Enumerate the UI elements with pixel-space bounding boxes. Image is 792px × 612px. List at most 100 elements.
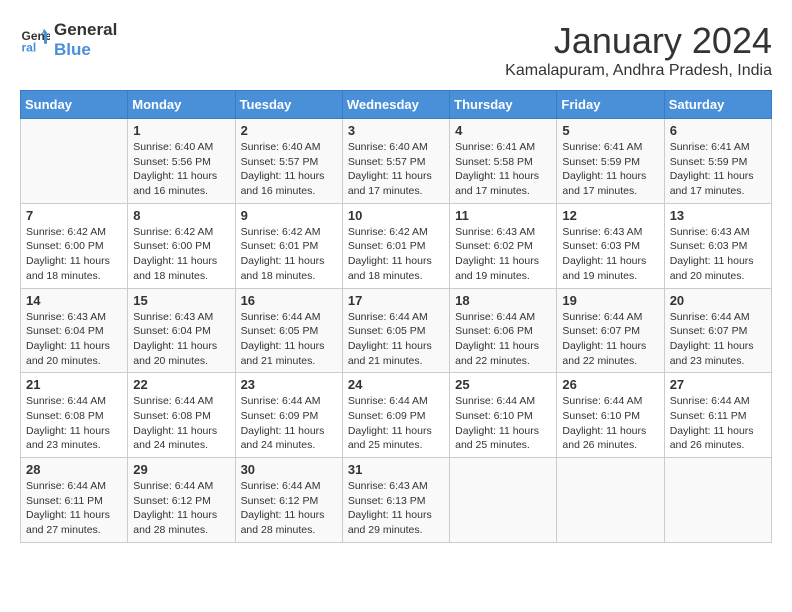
day-number: 23: [241, 377, 337, 392]
day-info: Sunrise: 6:43 AMSunset: 6:03 PMDaylight:…: [670, 225, 766, 284]
day-info: Sunrise: 6:44 AMSunset: 6:05 PMDaylight:…: [348, 310, 444, 369]
day-header-friday: Friday: [557, 91, 664, 119]
day-number: 18: [455, 293, 551, 308]
day-info: Sunrise: 6:41 AMSunset: 5:59 PMDaylight:…: [562, 140, 658, 199]
day-info: Sunrise: 6:44 AMSunset: 6:10 PMDaylight:…: [562, 394, 658, 453]
day-number: 9: [241, 208, 337, 223]
day-header-tuesday: Tuesday: [235, 91, 342, 119]
day-header-wednesday: Wednesday: [342, 91, 449, 119]
day-info: Sunrise: 6:44 AMSunset: 6:06 PMDaylight:…: [455, 310, 551, 369]
day-info: Sunrise: 6:42 AMSunset: 6:01 PMDaylight:…: [241, 225, 337, 284]
day-number: 26: [562, 377, 658, 392]
calendar-cell: 22 Sunrise: 6:44 AMSunset: 6:08 PMDayligh…: [128, 373, 235, 458]
calendar-cell: [21, 119, 128, 204]
day-info: Sunrise: 6:41 AMSunset: 5:58 PMDaylight:…: [455, 140, 551, 199]
calendar-cell: 21 Sunrise: 6:44 AMSunset: 6:08 PMDayligh…: [21, 373, 128, 458]
day-info: Sunrise: 6:41 AMSunset: 5:59 PMDaylight:…: [670, 140, 766, 199]
day-number: 7: [26, 208, 122, 223]
day-number: 8: [133, 208, 229, 223]
calendar-cell: 3Sunrise: 6:40 AMSunset: 5:57 PMDaylight…: [342, 119, 449, 204]
day-header-sunday: Sunday: [21, 91, 128, 119]
day-info: Sunrise: 6:44 AMSunset: 6:11 PMDaylight:…: [26, 479, 122, 538]
calendar-cell: 19 Sunrise: 6:44 AMSunset: 6:07 PMDayligh…: [557, 288, 664, 373]
day-number: 2: [241, 123, 337, 138]
day-number: 28: [26, 462, 122, 477]
calendar-cell: 18 Sunrise: 6:44 AMSunset: 6:06 PMDayligh…: [450, 288, 557, 373]
day-number: 17: [348, 293, 444, 308]
day-info: Sunrise: 6:43 AMSunset: 6:04 PMDaylight:…: [133, 310, 229, 369]
calendar-cell: 12 Sunrise: 6:43 AMSunset: 6:03 PMDayligh…: [557, 203, 664, 288]
month-title: January 2024: [505, 20, 772, 62]
day-number: 21: [26, 377, 122, 392]
day-number: 10: [348, 208, 444, 223]
calendar-cell: 20Sunrise: 6:44 AMSunset: 6:07 PMDayligh…: [664, 288, 771, 373]
day-number: 25: [455, 377, 551, 392]
calendar-cell: 28 Sunrise: 6:44 AMSunset: 6:11 PMDayligh…: [21, 458, 128, 543]
calendar-week-row: 14Sunrise: 6:43 AMSunset: 6:04 PMDayligh…: [21, 288, 772, 373]
day-number: 20: [670, 293, 766, 308]
calendar-week-row: 1Sunrise: 6:40 AMSunset: 5:56 PMDaylight…: [21, 119, 772, 204]
calendar-header-row: SundayMondayTuesdayWednesdayThursdayFrid…: [21, 91, 772, 119]
day-info: Sunrise: 6:40 AMSunset: 5:56 PMDaylight:…: [133, 140, 229, 199]
day-number: 5: [562, 123, 658, 138]
calendar-cell: [664, 458, 771, 543]
day-number: 12: [562, 208, 658, 223]
svg-text:ral: ral: [22, 41, 37, 55]
day-info: Sunrise: 6:44 AMSunset: 6:12 PMDaylight:…: [241, 479, 337, 538]
calendar-cell: 5 Sunrise: 6:41 AMSunset: 5:59 PMDaylight…: [557, 119, 664, 204]
logo: Gene ral General Blue: [20, 20, 117, 61]
calendar-cell: 15 Sunrise: 6:43 AMSunset: 6:04 PMDayligh…: [128, 288, 235, 373]
calendar-cell: 26 Sunrise: 6:44 AMSunset: 6:10 PMDayligh…: [557, 373, 664, 458]
calendar-cell: 27Sunrise: 6:44 AMSunset: 6:11 PMDayligh…: [664, 373, 771, 458]
calendar-week-row: 21 Sunrise: 6:44 AMSunset: 6:08 PMDayligh…: [21, 373, 772, 458]
day-header-monday: Monday: [128, 91, 235, 119]
day-info: Sunrise: 6:44 AMSunset: 6:07 PMDaylight:…: [562, 310, 658, 369]
day-number: 24: [348, 377, 444, 392]
day-info: Sunrise: 6:44 AMSunset: 6:10 PMDaylight:…: [455, 394, 551, 453]
day-info: Sunrise: 6:44 AMSunset: 6:08 PMDaylight:…: [26, 394, 122, 453]
calendar-cell: 7 Sunrise: 6:42 AMSunset: 6:00 PMDaylight…: [21, 203, 128, 288]
calendar-cell: 13Sunrise: 6:43 AMSunset: 6:03 PMDayligh…: [664, 203, 771, 288]
calendar-cell: 30 Sunrise: 6:44 AMSunset: 6:12 PMDayligh…: [235, 458, 342, 543]
day-info: Sunrise: 6:43 AMSunset: 6:03 PMDaylight:…: [562, 225, 658, 284]
logo-text-line2: Blue: [54, 40, 117, 60]
day-number: 15: [133, 293, 229, 308]
calendar-cell: [450, 458, 557, 543]
calendar-cell: [557, 458, 664, 543]
calendar-cell: 6Sunrise: 6:41 AMSunset: 5:59 PMDaylight…: [664, 119, 771, 204]
day-info: Sunrise: 6:44 AMSunset: 6:12 PMDaylight:…: [133, 479, 229, 538]
day-header-thursday: Thursday: [450, 91, 557, 119]
calendar-cell: 10Sunrise: 6:42 AMSunset: 6:01 PMDayligh…: [342, 203, 449, 288]
calendar-week-row: 7 Sunrise: 6:42 AMSunset: 6:00 PMDaylight…: [21, 203, 772, 288]
calendar-cell: 29 Sunrise: 6:44 AMSunset: 6:12 PMDayligh…: [128, 458, 235, 543]
day-number: 16: [241, 293, 337, 308]
day-number: 19: [562, 293, 658, 308]
day-header-saturday: Saturday: [664, 91, 771, 119]
day-info: Sunrise: 6:44 AMSunset: 6:05 PMDaylight:…: [241, 310, 337, 369]
calendar-cell: 24 Sunrise: 6:44 AMSunset: 6:09 PMDayligh…: [342, 373, 449, 458]
day-number: 3: [348, 123, 444, 138]
day-info: Sunrise: 6:42 AMSunset: 6:00 PMDaylight:…: [26, 225, 122, 284]
day-info: Sunrise: 6:44 AMSunset: 6:08 PMDaylight:…: [133, 394, 229, 453]
calendar-cell: 14Sunrise: 6:43 AMSunset: 6:04 PMDayligh…: [21, 288, 128, 373]
day-info: Sunrise: 6:42 AMSunset: 6:00 PMDaylight:…: [133, 225, 229, 284]
logo-text-line1: General: [54, 20, 117, 40]
calendar-cell: 2 Sunrise: 6:40 AMSunset: 5:57 PMDaylight…: [235, 119, 342, 204]
calendar-cell: 1Sunrise: 6:40 AMSunset: 5:56 PMDaylight…: [128, 119, 235, 204]
day-info: Sunrise: 6:43 AMSunset: 6:02 PMDaylight:…: [455, 225, 551, 284]
calendar-cell: 4 Sunrise: 6:41 AMSunset: 5:58 PMDaylight…: [450, 119, 557, 204]
day-number: 22: [133, 377, 229, 392]
calendar-cell: 11Sunrise: 6:43 AMSunset: 6:02 PMDayligh…: [450, 203, 557, 288]
day-info: Sunrise: 6:44 AMSunset: 6:09 PMDaylight:…: [348, 394, 444, 453]
calendar-cell: 23 Sunrise: 6:44 AMSunset: 6:09 PMDayligh…: [235, 373, 342, 458]
calendar-table: SundayMondayTuesdayWednesdayThursdayFrid…: [20, 90, 772, 543]
day-number: 29: [133, 462, 229, 477]
day-info: Sunrise: 6:44 AMSunset: 6:09 PMDaylight:…: [241, 394, 337, 453]
day-info: Sunrise: 6:40 AMSunset: 5:57 PMDaylight:…: [241, 140, 337, 199]
day-info: Sunrise: 6:43 AMSunset: 6:13 PMDaylight:…: [348, 479, 444, 538]
day-number: 27: [670, 377, 766, 392]
calendar-cell: 16 Sunrise: 6:44 AMSunset: 6:05 PMDayligh…: [235, 288, 342, 373]
day-number: 4: [455, 123, 551, 138]
title-area: January 2024 Kamalapuram, Andhra Pradesh…: [505, 20, 772, 80]
day-number: 30: [241, 462, 337, 477]
